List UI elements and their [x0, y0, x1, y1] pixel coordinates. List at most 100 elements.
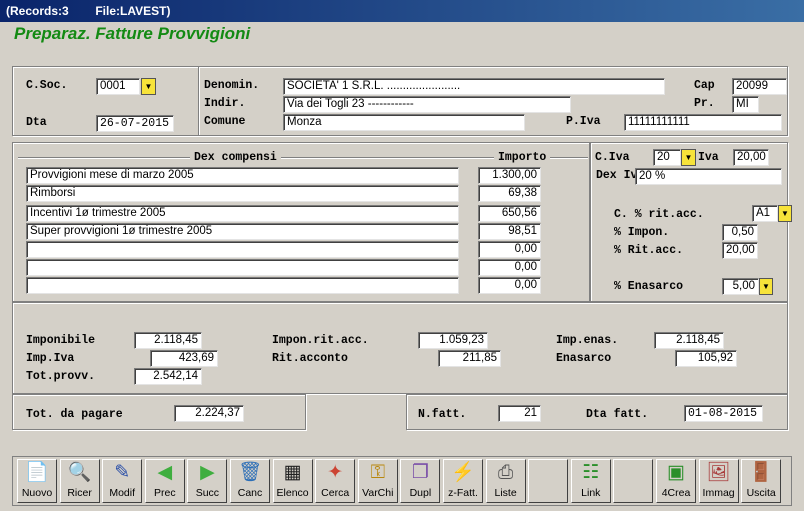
piva-field[interactable]: 11111111111: [624, 114, 782, 131]
denomin-field[interactable]: SOCIETA' 1 S.R.L. ......................…: [283, 78, 665, 95]
perc-impon-field[interactable]: 0,50: [722, 224, 758, 241]
dex-compenso-field[interactable]: [26, 277, 459, 294]
civa-field[interactable]: 20: [653, 149, 681, 166]
dtafatt-field[interactable]: 01-08-2015: [684, 405, 763, 422]
csoc-dropdown-button[interactable]: ▼: [141, 78, 156, 95]
imp-iva-field[interactable]: 423,69: [150, 350, 218, 367]
dex-compenso-field[interactable]: Incentivi 1ø trimestre 2005: [26, 205, 459, 222]
exit-door-icon: 🚪: [749, 462, 774, 483]
imponibile-label: Imponibile: [26, 334, 96, 347]
cperc-rit-dropdown-button[interactable]: ▼: [778, 205, 792, 222]
importo-field[interactable]: 0,00: [478, 277, 541, 294]
importo-field[interactable]: 69,38: [478, 185, 541, 202]
comune-field[interactable]: Monza: [283, 114, 525, 131]
toolbar-button-nuovo[interactable]: 📄 Nuovo: [17, 459, 57, 503]
new-document-icon: 📄: [25, 462, 49, 483]
importo-field[interactable]: 650,56: [478, 205, 541, 222]
toolbar-button-succ[interactable]: ▶ Succ: [187, 459, 228, 503]
dex-compenso-field[interactable]: Provvigioni mese di marzo 2005: [26, 167, 459, 184]
network-link-icon: ☷: [582, 462, 600, 483]
dex-compenso-field[interactable]: [26, 241, 459, 258]
rit-acconto-label: Rit.acconto: [272, 352, 348, 365]
dexiva-label: Dex Iv: [596, 169, 638, 182]
tot-provv-label: Tot.provv.: [26, 370, 96, 383]
civa-label: C.Iva: [595, 151, 630, 164]
dex-compenso-field[interactable]: Rimborsi: [26, 185, 459, 202]
page-title: Preparaz. Fatture Provvigioni: [14, 24, 251, 43]
chevron-down-icon: ▼: [684, 153, 693, 162]
enasarco-field[interactable]: 105,92: [675, 350, 737, 367]
dta-label: Dta: [26, 116, 47, 129]
toolbar: 📄 Nuovo 🔍 Ricer ✎ Modif ◀ Prec ▶ Succ 🗑 Canc ▦ Elenco…: [12, 456, 792, 506]
perc-enasarco-field[interactable]: 5,00: [722, 278, 759, 295]
toolbar-button-label: Prec: [154, 487, 176, 499]
cperc-rit-label: C. % rit.acc.: [614, 208, 704, 221]
toolbar-button-label: Ricer: [67, 487, 92, 499]
toolbar-button-modif[interactable]: ✎ Modif: [102, 459, 143, 503]
window-title-bar: (Records:3 File:LAVEST): [0, 0, 804, 22]
iva-field[interactable]: 20,00: [733, 149, 769, 166]
toolbar-button-elenco[interactable]: ▦ Elenco: [272, 459, 313, 503]
imp-enas-field[interactable]: 2.118,45: [654, 332, 724, 349]
toolbar-button-ricer[interactable]: 🔍 Ricer: [59, 459, 100, 503]
toolbar-button-label: Elenco: [276, 487, 309, 499]
csoc-field[interactable]: 0001: [96, 78, 140, 95]
cperc-rit-field[interactable]: A1: [752, 205, 778, 222]
piva-label: P.Iva: [566, 115, 601, 128]
importo-field[interactable]: 0,00: [478, 241, 541, 258]
imp-enas-label: Imp.enas.: [556, 334, 619, 347]
toolbar-button-label: Modif: [109, 487, 136, 499]
indir-field[interactable]: Via dei Togli 23 ------------: [283, 96, 571, 113]
chevron-down-icon: ▼: [781, 209, 789, 218]
imponibile-field[interactable]: 2.118,45: [134, 332, 202, 349]
toolbar-button-4crea[interactable]: ▣ 4Crea: [656, 459, 696, 503]
importo-field[interactable]: 1.300,00: [478, 167, 541, 184]
impon-rit-field[interactable]: 1.059,23: [418, 332, 488, 349]
importo-field[interactable]: 98,51: [478, 223, 541, 240]
toolbar-button-varchi[interactable]: ⚿ VarChi: [357, 459, 398, 503]
dex-compenso-field[interactable]: Super provvigioni 1ø trimestre 2005: [26, 223, 459, 240]
toolbar-button-z-fatt[interactable]: ⚡ z-Fatt.: [443, 459, 483, 503]
imp-iva-label: Imp.Iva: [26, 352, 75, 365]
trash-icon: 🗑: [237, 462, 263, 483]
toolbar-button-label: Canc: [237, 487, 263, 499]
toolbar-button-label: Succ: [195, 487, 220, 499]
enasarco-label: Enasarco: [556, 352, 612, 365]
toolbar-button-link[interactable]: ☷ Link: [570, 459, 611, 503]
tot-pagare-field[interactable]: 2.224,37: [174, 405, 244, 422]
toolbar-button-label: Dupl: [409, 487, 432, 499]
toolbar-button-cerca[interactable]: ✦ Cerca: [315, 459, 356, 503]
toolbar-button-canc[interactable]: 🗑 Canc: [230, 459, 270, 503]
perc-impon-label: % Impon.: [614, 226, 670, 239]
perc-rit-field[interactable]: 20,00: [722, 242, 758, 259]
toolbar-button-prec[interactable]: ◀ Prec: [144, 459, 185, 503]
rit-acconto-field[interactable]: 211,85: [438, 350, 501, 367]
toolbar-button-uscita[interactable]: 🚪 Uscita: [741, 459, 782, 503]
toolbar-button-label: 4Crea: [661, 487, 691, 499]
importo-header: Importo: [494, 151, 551, 164]
toolbar-button-dupl[interactable]: ❐ Dupl: [400, 459, 441, 503]
toolbar-button-empty[interactable]: [528, 459, 569, 503]
magnifier-icon: 🔍: [67, 462, 92, 483]
dex-compenso-field[interactable]: [26, 259, 459, 276]
civa-dropdown-button[interactable]: ▼: [681, 149, 696, 166]
toolbar-button-liste[interactable]: ⎙ Liste: [485, 459, 526, 503]
header-divider: [198, 67, 200, 135]
blank-icon: [529, 460, 567, 486]
pr-field[interactable]: MI: [732, 96, 759, 113]
cap-field[interactable]: 20099: [732, 78, 787, 95]
toolbar-button-label: Cerca: [321, 487, 350, 499]
toolbar-button-label: Liste: [494, 487, 517, 499]
dtafatt-label: Dta fatt.: [586, 408, 649, 421]
importo-field[interactable]: 0,00: [478, 259, 541, 276]
toolbar-button-empty[interactable]: [613, 459, 654, 503]
dexiva-field[interactable]: 20 %: [635, 168, 782, 185]
cap-label: Cap: [694, 79, 715, 92]
toolbar-button-immag[interactable]: 🖼 Immag: [698, 459, 739, 503]
perc-enasarco-dropdown-button[interactable]: ▼: [759, 278, 773, 295]
dta-field[interactable]: 26-07-2015: [96, 115, 174, 132]
nfatt-field[interactable]: 21: [498, 405, 541, 422]
nfatt-label: N.fatt.: [418, 408, 467, 421]
zfatt-icon: ⚡: [451, 462, 475, 483]
tot-provv-field[interactable]: 2.542,14: [134, 368, 202, 385]
